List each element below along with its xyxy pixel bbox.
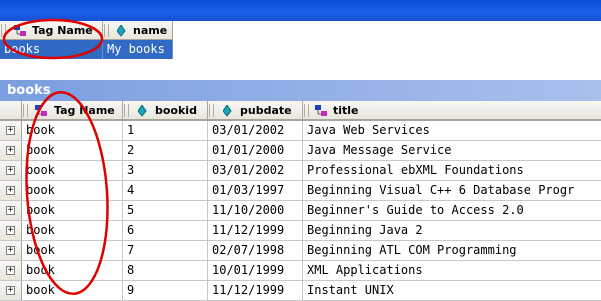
- tag-cell[interactable]: book: [22, 241, 123, 260]
- column-grip[interactable]: [124, 104, 129, 117]
- tag-cell[interactable]: book: [22, 261, 123, 280]
- column-header-label: title: [333, 104, 359, 117]
- tag-icon: [315, 105, 327, 116]
- column-header-label: Tag Name: [32, 24, 93, 37]
- row-header-corner[interactable]: [0, 101, 22, 120]
- column-header-name[interactable]: name: [103, 21, 173, 40]
- title-cell[interactable]: Beginner's Guide to Access 2.0: [303, 201, 601, 220]
- row-expander[interactable]: +: [0, 281, 22, 300]
- expand-plus-icon[interactable]: +: [6, 266, 15, 275]
- table-row[interactable]: + book 8 10/01/1999 XML Applications: [0, 261, 601, 281]
- tag-cell[interactable]: book: [22, 221, 123, 240]
- column-header-label: name: [133, 24, 168, 37]
- column-header-bookid[interactable]: bookid: [123, 101, 208, 120]
- grid-empty-area: [0, 59, 601, 80]
- pubdate-cell[interactable]: 03/01/2002: [208, 121, 303, 140]
- bookid-cell[interactable]: 9: [123, 281, 208, 300]
- bookid-cell[interactable]: 7: [123, 241, 208, 260]
- tag-icon: [35, 105, 47, 116]
- pubdate-cell[interactable]: 11/12/1999: [208, 281, 303, 300]
- bookid-cell[interactable]: 6: [123, 221, 208, 240]
- tag-cell[interactable]: book: [22, 121, 123, 140]
- expand-plus-icon[interactable]: +: [6, 146, 15, 155]
- column-grip[interactable]: [23, 104, 28, 117]
- upper-grid: Tag Name name books My books: [0, 21, 601, 59]
- title-cell[interactable]: Beginning Visual C++ 6 Database Progr: [303, 181, 601, 200]
- pubdate-cell[interactable]: 10/01/1999: [208, 261, 303, 280]
- row-expander[interactable]: +: [0, 141, 22, 160]
- table-row[interactable]: + book 5 11/10/2000 Beginner's Guide to Acce…: [0, 201, 601, 221]
- table-row[interactable]: + book 2 01/01/2000 Java Message Service: [0, 141, 601, 161]
- title-cell[interactable]: Professional ebXML Foundations: [303, 161, 601, 180]
- bookid-cell[interactable]: 1: [123, 121, 208, 140]
- attribute-icon: [117, 25, 126, 37]
- title-cell[interactable]: XML Applications: [303, 261, 601, 280]
- table-row[interactable]: + book 3 03/01/2002 Professional ebXML Found…: [0, 161, 601, 181]
- row-expander[interactable]: +: [0, 221, 22, 240]
- title-cell[interactable]: Beginning Java 2: [303, 221, 601, 240]
- bookid-cell[interactable]: 5: [123, 201, 208, 220]
- tag-cell[interactable]: book: [22, 181, 123, 200]
- row-expander[interactable]: +: [0, 241, 22, 260]
- pubdate-cell[interactable]: 01/01/2000: [208, 141, 303, 160]
- column-grip[interactable]: [209, 104, 214, 117]
- tag-icon: [14, 25, 26, 36]
- row-expander[interactable]: +: [0, 201, 22, 220]
- title-cell[interactable]: Java Message Service: [303, 141, 601, 160]
- expand-plus-icon[interactable]: +: [6, 206, 15, 215]
- column-header-tag-name[interactable]: Tag Name: [22, 101, 123, 120]
- bookid-cell[interactable]: 8: [123, 261, 208, 280]
- expand-plus-icon[interactable]: +: [6, 166, 15, 175]
- attribute-icon: [138, 105, 147, 117]
- pubdate-cell[interactable]: 01/03/1997: [208, 181, 303, 200]
- table-row[interactable]: + book 6 11/12/1999 Beginning Java 2: [0, 221, 601, 241]
- tag-cell[interactable]: book: [22, 281, 123, 300]
- column-header-label: pubdate: [240, 104, 292, 117]
- row-expander[interactable]: +: [0, 261, 22, 280]
- books-grid: Tag Name bookid pubdate title + book 1 03/0…: [0, 101, 601, 301]
- row-expander[interactable]: +: [0, 121, 22, 140]
- bookid-cell[interactable]: 2: [123, 141, 208, 160]
- pubdate-cell[interactable]: 11/10/2000: [208, 201, 303, 220]
- tag-cell[interactable]: book: [22, 141, 123, 160]
- bookid-cell[interactable]: 3: [123, 161, 208, 180]
- table-row[interactable]: + book 9 11/12/1999 Instant UNIX: [0, 281, 601, 301]
- row-expander[interactable]: +: [0, 181, 22, 200]
- title-cell[interactable]: Beginning ATL COM Programming: [303, 241, 601, 260]
- column-header-title[interactable]: title: [303, 101, 601, 120]
- title-cell[interactable]: Java Web Services: [303, 121, 601, 140]
- bookid-cell[interactable]: 4: [123, 181, 208, 200]
- title-cell[interactable]: Instant UNIX: [303, 281, 601, 300]
- pubdate-cell[interactable]: 11/12/1999: [208, 221, 303, 240]
- attribute-icon: [223, 105, 232, 117]
- pubdate-cell[interactable]: 02/07/1998: [208, 241, 303, 260]
- expand-plus-icon[interactable]: +: [6, 186, 15, 195]
- expand-plus-icon[interactable]: +: [6, 246, 15, 255]
- header-row: Tag Name bookid pubdate title: [0, 101, 601, 121]
- pubdate-cell[interactable]: 03/01/2002: [208, 161, 303, 180]
- window-title-bar: [0, 0, 601, 21]
- table-row[interactable]: + book 1 03/01/2002 Java Web Services: [0, 121, 601, 141]
- column-header-label: Tag Name: [54, 104, 115, 117]
- table-row[interactable]: + book 4 01/03/1997 Beginning Visual C++ 6 D…: [0, 181, 601, 201]
- tag-cell[interactable]: book: [22, 161, 123, 180]
- books-tag-cell[interactable]: books: [0, 40, 103, 59]
- column-header-tag-name[interactable]: Tag Name: [0, 21, 103, 40]
- tag-cell[interactable]: book: [22, 201, 123, 220]
- column-header-pubdate[interactable]: pubdate: [208, 101, 303, 120]
- column-grip[interactable]: [1, 24, 6, 37]
- expand-plus-icon[interactable]: +: [6, 286, 15, 295]
- column-grip[interactable]: [104, 24, 109, 37]
- expand-plus-icon[interactable]: +: [6, 226, 15, 235]
- table-row[interactable]: + book 7 02/07/1998 Beginning ATL COM Progra…: [0, 241, 601, 261]
- expand-plus-icon[interactable]: +: [6, 126, 15, 135]
- row-expander[interactable]: +: [0, 161, 22, 180]
- section-title: books: [0, 80, 601, 101]
- column-grip[interactable]: [304, 104, 309, 117]
- books-name-cell[interactable]: My books: [103, 40, 173, 59]
- column-header-label: bookid: [155, 104, 197, 117]
